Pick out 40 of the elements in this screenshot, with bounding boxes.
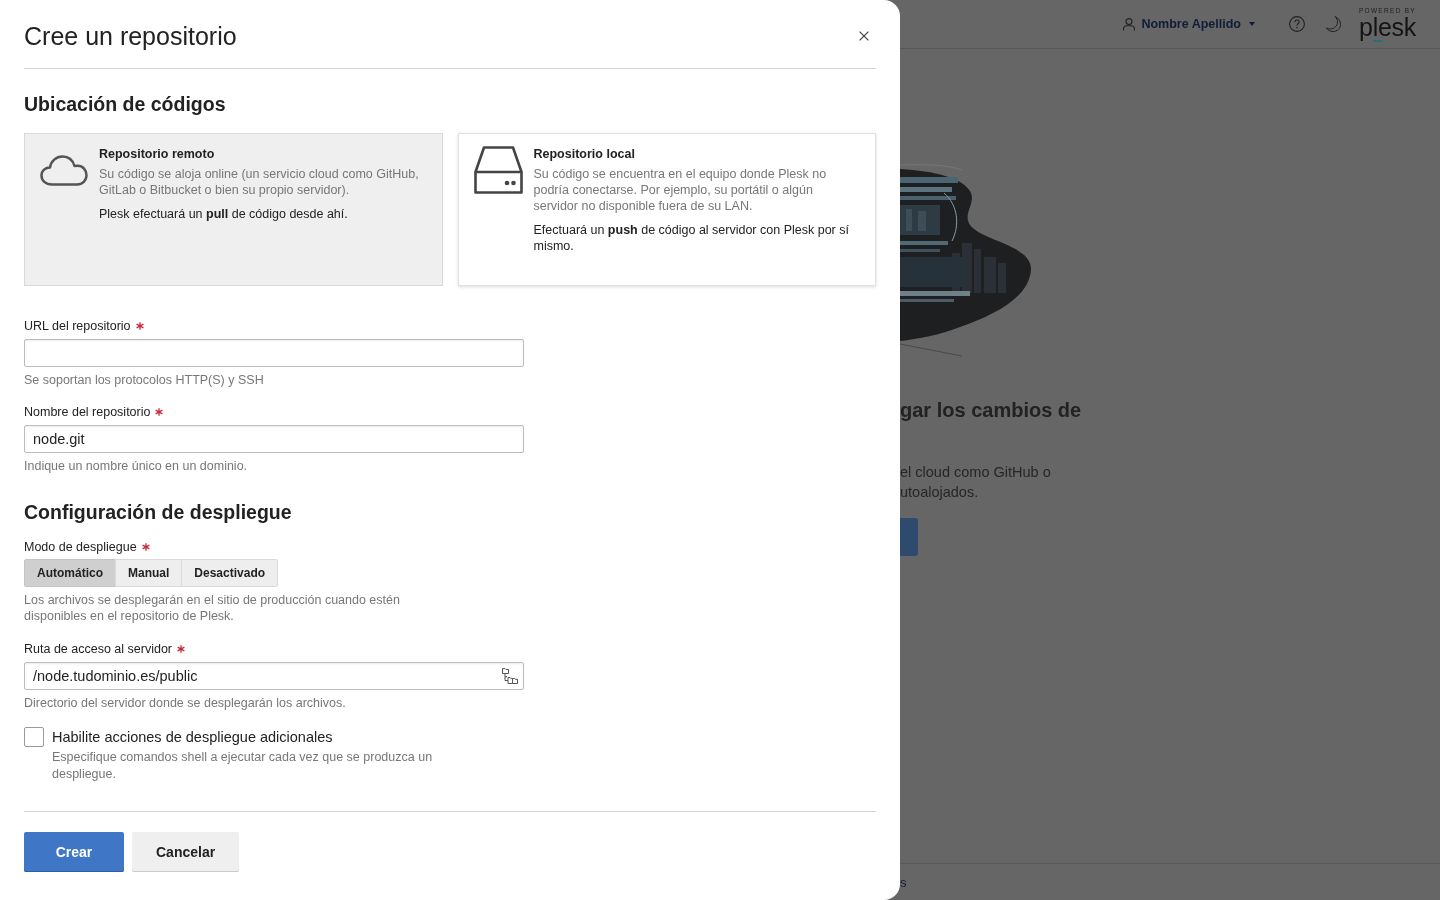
field-hint: Directorio del servidor donde se desplegarán los archivos. <box>24 695 347 711</box>
hero-heading: gar los cambios de <box>900 398 1082 423</box>
cloud-icon <box>40 155 88 186</box>
field-hint: Se soportan los protocolos HTTP(S) y SSH <box>24 372 265 388</box>
folder-tree-icon[interactable] <box>502 668 518 684</box>
close-icon[interactable] <box>859 31 869 41</box>
user-icon <box>1123 17 1136 31</box>
field-label: Modo de despliegue <box>24 539 137 555</box>
hard-drive-icon <box>473 146 523 194</box>
checkbox[interactable] <box>24 727 44 747</box>
option-note: Plesk efectuará un pull de código desde ahí. <box>99 206 349 222</box>
repository-option-card[interactable]: Repositorio remoto Su código se aloja online (un servicio cloud como GitHub, GitLab o Bitbucket o bien su propio servidor). Plesk efectuará un pull de código desde ahí. <box>24 133 443 286</box>
option-title: Repositorio local <box>533 146 636 162</box>
checkbox-label[interactable]: Habilite acciones de despliegue adicionales <box>52 727 437 747</box>
section-heading: Ubicación de códigos <box>24 92 227 116</box>
help-icon[interactable] <box>1288 16 1305 32</box>
field-label: Ruta de acceso al servidor <box>24 641 172 657</box>
field-label: Nombre del repositorio <box>24 404 151 420</box>
option-note: Efectuará un push de código al servidor con Plesk por sí mismo. <box>533 222 850 254</box>
field-hint: Indique un nombre único en un dominio. <box>24 458 249 474</box>
cancel-button[interactable]: Cancelar <box>132 832 240 872</box>
checkbox-description: Especifique comandos shell a ejecutar cada vez que se produzca un despliegue. <box>52 749 434 783</box>
moon-icon[interactable] <box>1325 16 1341 32</box>
text-input[interactable]: node.git <box>24 425 524 453</box>
option-description: Su código se encuentra en el equipo donde Plesk no podría conectarse. Por ejemplo, su portátil o algún servidor no disponible fuera de su LAN. <box>533 166 828 214</box>
option-description: Su código se aloja online (un servicio cloud como GitHub, GitLab o Bitbucket o bien su propio servidor). <box>99 166 420 198</box>
deploy-mode-tab[interactable]: Manual <box>115 559 183 587</box>
section-heading: Configuración de despliegue <box>24 500 293 524</box>
caret-icon <box>1248 22 1255 26</box>
dialog-title: Cree un repositorio <box>24 21 237 51</box>
field-hint: Los archivos se desplegarán en el sitio de producción cuando estén disponibles en el repositorio de Plesk. <box>24 592 401 624</box>
deploy-mode-tab[interactable]: Desactivado <box>181 559 279 587</box>
submit-button[interactable]: Crear <box>24 832 124 872</box>
field-label: URL del repositorio <box>24 318 131 334</box>
deploy-mode-tab[interactable]: Automático <box>24 559 116 587</box>
option-title: Repositorio remoto <box>99 146 216 162</box>
hero-text: el cloud como GitHub o utoalojados. <box>900 463 1051 502</box>
text-input[interactable] <box>24 339 524 367</box>
repository-option-card[interactable] <box>457 133 876 286</box>
path-input[interactable]: /node.tudominio.es/public <box>24 662 524 690</box>
